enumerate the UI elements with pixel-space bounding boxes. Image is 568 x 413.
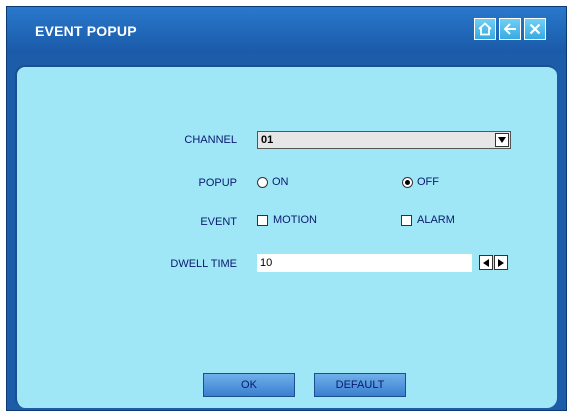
event-alarm-label: ALARM (417, 214, 455, 226)
dwell-time-value: 10 (260, 257, 273, 269)
channel-label: CHANNEL (184, 134, 237, 146)
ok-button[interactable]: OK (203, 373, 295, 397)
channel-value: 01 (261, 134, 274, 146)
radio-off-selected-icon (402, 176, 413, 188)
alarm-checkbox-icon (401, 214, 412, 226)
home-icon (478, 22, 492, 36)
default-button-label: DEFAULT (335, 379, 385, 391)
channel-select[interactable]: 01 (257, 131, 511, 149)
back-arrow-icon (503, 23, 516, 35)
triangle-right-icon (498, 258, 504, 267)
event-popup-window: EVENT POPUP CHANNEL 01 POPUP ON OFF EVEN… (6, 6, 567, 411)
triangle-left-icon (483, 258, 489, 267)
popup-label: POPUP (198, 177, 237, 189)
event-alarm-checkbox[interactable]: ALARM (401, 214, 455, 226)
back-button[interactable] (499, 18, 521, 40)
dwell-time-field[interactable]: 10 (257, 254, 472, 272)
dwell-time-label: DWELL TIME (170, 258, 237, 270)
default-button[interactable]: DEFAULT (314, 373, 406, 397)
window-title: EVENT POPUP (35, 23, 137, 39)
event-label: EVENT (200, 216, 237, 228)
popup-on-radio[interactable]: ON (257, 176, 289, 188)
radio-on-icon (257, 176, 268, 188)
dwell-decrement-button[interactable] (479, 255, 493, 270)
ok-button-label: OK (241, 379, 257, 391)
popup-on-label: ON (272, 176, 289, 188)
event-motion-checkbox[interactable]: MOTION (257, 214, 317, 226)
close-icon (529, 23, 541, 35)
popup-off-radio[interactable]: OFF (402, 176, 439, 188)
popup-off-label: OFF (417, 176, 439, 188)
close-button[interactable] (524, 18, 546, 40)
event-motion-label: MOTION (273, 214, 317, 226)
motion-checkbox-icon (257, 214, 268, 226)
chevron-down-icon[interactable] (495, 133, 509, 147)
titlebar: EVENT POPUP (7, 7, 566, 53)
settings-panel: CHANNEL 01 POPUP ON OFF EVENT MOTION ALA… (15, 65, 557, 408)
dwell-increment-button[interactable] (494, 255, 508, 270)
home-button[interactable] (474, 18, 496, 40)
